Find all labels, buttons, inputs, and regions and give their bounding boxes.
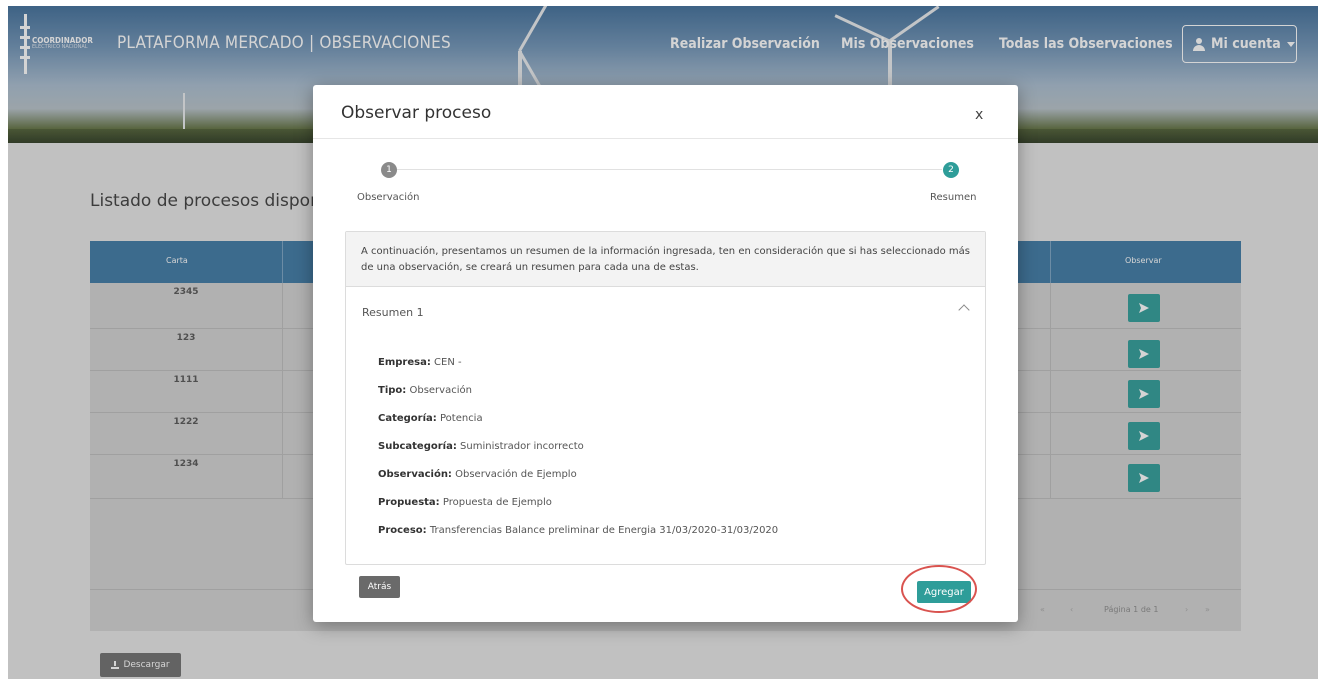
back-button[interactable]: Atrás [359, 576, 400, 598]
summary-accordion-title[interactable]: Resumen 1 [362, 306, 424, 319]
chevron-up-icon[interactable] [958, 304, 970, 316]
summary-field-categoria: Categoría: Potencia [378, 413, 483, 424]
step-2-label: Resumen [930, 192, 977, 203]
step-1-label: Observación [357, 192, 420, 203]
summary-field-proceso: Proceso: Transferencias Balance prelimin… [378, 525, 779, 536]
summary-field-empresa: Empresa: CEN - [378, 357, 462, 368]
modal-title: Observar proceso [341, 103, 492, 123]
stepper-line [397, 169, 942, 170]
summary-field-propuesta: Propuesta: Propuesta de Ejemplo [378, 497, 552, 508]
summary-panel: A continuación, presentamos un resumen d… [345, 231, 986, 565]
close-icon[interactable]: x [975, 107, 983, 123]
summary-field-tipo: Tipo: Observación [378, 385, 472, 396]
step-1-indicator[interactable]: 1 [381, 162, 397, 178]
highlight-annotation [901, 565, 977, 613]
observe-process-modal: Observar proceso x 1 Observación 2 Resum… [313, 85, 1018, 622]
summary-field-observacion: Observación: Observación de Ejemplo [378, 469, 577, 480]
step-2-indicator[interactable]: 2 [943, 162, 959, 178]
page: COORDINADOR ELÉCTRICO NACIONAL PLATAFORM… [8, 6, 1318, 679]
summary-field-subcategoria: Subcategoría: Suministrador incorrecto [378, 441, 584, 452]
summary-intro: A continuación, presentamos un resumen d… [346, 232, 985, 287]
